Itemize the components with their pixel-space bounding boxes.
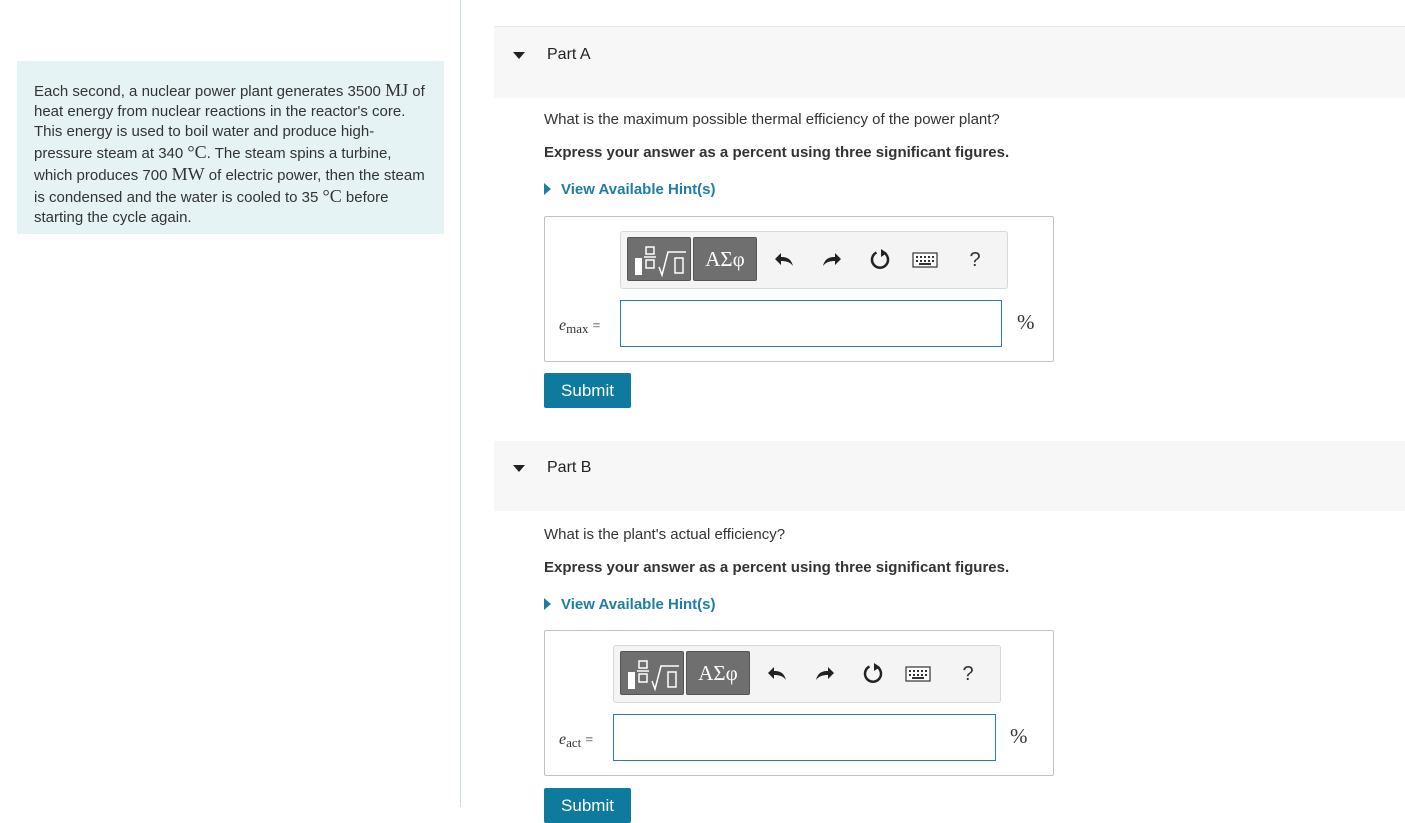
part-a-question: What is the maximum possible thermal eff… xyxy=(544,111,1000,128)
reset-icon[interactable] xyxy=(859,660,887,688)
percent-unit: % xyxy=(1010,724,1028,748)
math-toolbar: ΑΣφ ? xyxy=(613,645,1001,703)
collapse-caret-icon[interactable] xyxy=(513,52,525,59)
part-a-header[interactable]: Part A xyxy=(494,26,1405,98)
problem-statement: Each second, a nuclear power plant gener… xyxy=(17,61,444,234)
emax-label: emax = xyxy=(559,317,600,337)
redo-icon[interactable] xyxy=(810,660,838,688)
expand-triangle-icon xyxy=(544,598,551,610)
keyboard-icon[interactable] xyxy=(904,660,932,688)
unit-mw: MW xyxy=(171,164,205,184)
part-a-hints-link[interactable]: View Available Hint(s) xyxy=(544,181,716,198)
unit-celsius-1: °C xyxy=(187,142,207,162)
math-toolbar: ΑΣφ ? xyxy=(620,231,1008,289)
help-button[interactable]: ? xyxy=(961,246,989,274)
unit-celsius-2: °C xyxy=(322,186,342,206)
templates-button[interactable] xyxy=(627,237,691,281)
part-b-submit-button[interactable]: Submit xyxy=(544,788,631,823)
column-divider xyxy=(460,0,461,807)
redo-icon[interactable] xyxy=(817,246,845,274)
eact-input[interactable] xyxy=(613,714,996,761)
fraction-root-icon xyxy=(628,660,679,692)
hints-label: View Available Hint(s) xyxy=(561,596,716,613)
var-subscript: act xyxy=(566,735,582,750)
expand-triangle-icon xyxy=(544,183,551,195)
unit-mj: MJ xyxy=(385,80,409,100)
reset-icon[interactable] xyxy=(866,246,894,274)
equals-sign: = xyxy=(592,319,601,334)
part-b-question: What is the plant's actual efficiency? xyxy=(544,526,786,543)
percent-unit: % xyxy=(1017,310,1035,334)
help-button[interactable]: ? xyxy=(954,660,982,688)
fraction-root-icon xyxy=(635,246,686,278)
part-b-title: Part B xyxy=(547,459,592,476)
collapse-caret-icon[interactable] xyxy=(513,465,525,472)
greek-symbols-button[interactable]: ΑΣφ xyxy=(686,651,750,695)
part-a-title: Part A xyxy=(547,46,591,63)
part-a-answer-box: ΑΣφ ? emax = % xyxy=(544,216,1054,362)
hints-label: View Available Hint(s) xyxy=(561,181,716,198)
undo-icon[interactable] xyxy=(764,660,792,688)
part-b-hints-link[interactable]: View Available Hint(s) xyxy=(544,596,716,613)
keyboard-icon[interactable] xyxy=(911,246,939,274)
greek-symbols-button[interactable]: ΑΣφ xyxy=(693,237,757,281)
var-subscript: max xyxy=(566,321,589,336)
eact-label: eact = xyxy=(559,731,593,751)
part-b-instruction: Express your answer as a percent using t… xyxy=(544,559,1010,576)
templates-button[interactable] xyxy=(620,651,684,695)
equals-sign: = xyxy=(585,733,594,748)
part-a-instruction: Express your answer as a percent using t… xyxy=(544,144,1010,161)
problem-text-1: Each second, a nuclear power plant gener… xyxy=(34,83,386,100)
emax-input[interactable] xyxy=(620,300,1002,347)
part-a-submit-button[interactable]: Submit xyxy=(544,373,631,408)
part-b-answer-box: ΑΣφ ? eact = % xyxy=(544,630,1054,776)
part-b-header[interactable]: Part B xyxy=(494,441,1405,511)
undo-icon[interactable] xyxy=(771,246,799,274)
